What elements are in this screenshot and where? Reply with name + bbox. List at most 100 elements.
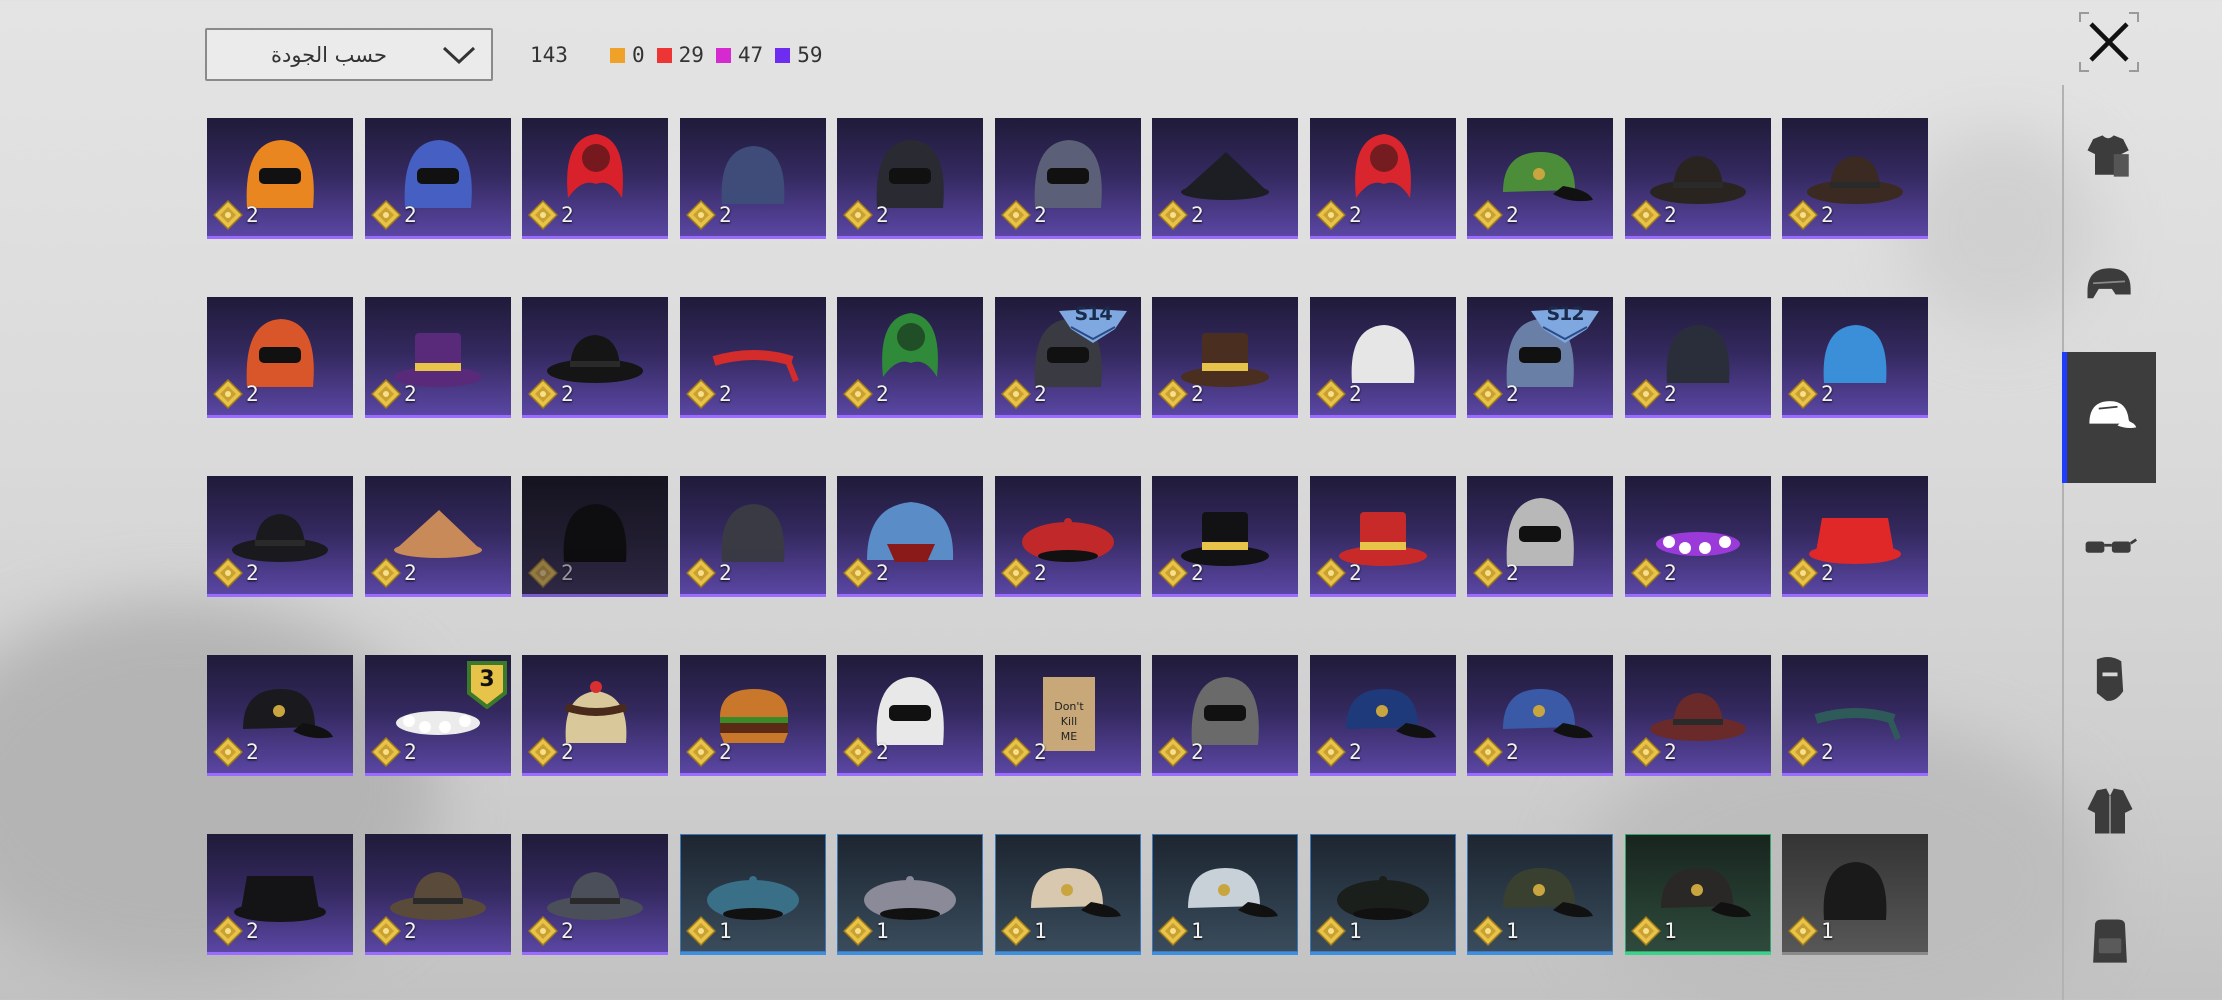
coin-icon bbox=[1316, 200, 1346, 230]
item-tile[interactable]: 2 bbox=[680, 297, 826, 418]
item-tile[interactable]: 2 bbox=[522, 834, 668, 955]
item-tile[interactable]: 2 bbox=[680, 476, 826, 597]
item-tile[interactable]: S12 2 bbox=[1467, 297, 1613, 418]
item-count-value: 2 bbox=[1664, 561, 1677, 585]
item-tile[interactable]: 1 bbox=[1152, 834, 1298, 955]
quality-count-value: 0 bbox=[631, 43, 645, 67]
item-tile[interactable]: 2 bbox=[837, 476, 983, 597]
item-tile[interactable]: 2 bbox=[1310, 655, 1456, 776]
item-tile[interactable]: 2 bbox=[522, 476, 668, 597]
item-tile[interactable]: 2 bbox=[1782, 118, 1928, 239]
item-count: 2 bbox=[528, 200, 574, 230]
item-count: 1 bbox=[1788, 916, 1834, 946]
item-tile[interactable]: 2 bbox=[1152, 297, 1298, 418]
close-button[interactable] bbox=[2079, 12, 2139, 72]
item-count: 2 bbox=[1158, 379, 1204, 409]
item-tile[interactable]: 2 bbox=[207, 118, 353, 239]
item-tile[interactable]: 1 bbox=[837, 834, 983, 955]
category-tab-helmets[interactable] bbox=[2064, 221, 2156, 352]
item-count: 2 bbox=[528, 916, 574, 946]
item-tile[interactable]: 2 bbox=[1152, 118, 1298, 239]
item-tile[interactable]: 2 bbox=[207, 655, 353, 776]
item-tile[interactable]: 2 bbox=[207, 476, 353, 597]
item-tile[interactable]: 2 bbox=[365, 118, 511, 239]
coin-icon bbox=[213, 558, 243, 588]
coin-icon bbox=[213, 379, 243, 409]
item-tile[interactable]: 2 bbox=[1782, 297, 1928, 418]
item-tile[interactable]: 2 bbox=[1782, 476, 1928, 597]
item-count-value: 2 bbox=[561, 382, 574, 406]
item-count: 2 bbox=[213, 558, 259, 588]
item-count: 2 bbox=[1158, 200, 1204, 230]
category-tab-outfits[interactable] bbox=[2064, 90, 2156, 221]
item-count: 2 bbox=[371, 916, 417, 946]
item-tile[interactable]: 2 bbox=[1152, 655, 1298, 776]
coin-icon bbox=[686, 558, 716, 588]
mask-icon bbox=[2096, 656, 2124, 701]
item-count-value: 2 bbox=[719, 203, 732, 227]
item-tile[interactable]: 32 bbox=[365, 655, 511, 776]
item-tile[interactable]: 2 bbox=[1782, 655, 1928, 776]
item-tile[interactable]: 2 bbox=[1467, 118, 1613, 239]
item-tile[interactable]: 2 bbox=[1625, 476, 1771, 597]
item-tile[interactable]: 2 bbox=[1467, 655, 1613, 776]
item-count-value: 2 bbox=[246, 740, 259, 764]
item-count-value: 2 bbox=[1664, 203, 1677, 227]
category-tab-masks[interactable] bbox=[2064, 614, 2156, 745]
item-count-value: 2 bbox=[1191, 740, 1204, 764]
item-tile[interactable]: 2 bbox=[1467, 476, 1613, 597]
item-tile[interactable]: 2 bbox=[365, 297, 511, 418]
item-tile[interactable]: 2 bbox=[522, 118, 668, 239]
item-tile[interactable]: 2 bbox=[680, 118, 826, 239]
item-tile[interactable]: 2 bbox=[207, 297, 353, 418]
item-tile[interactable]: 2 bbox=[1310, 297, 1456, 418]
item-count-value: 2 bbox=[1349, 740, 1362, 764]
item-tile[interactable]: 2 bbox=[1625, 297, 1771, 418]
item-tile[interactable]: 1 bbox=[1625, 834, 1771, 955]
coin-icon bbox=[1788, 737, 1818, 767]
item-tile[interactable]: 2 bbox=[365, 476, 511, 597]
item-tile[interactable]: 2 bbox=[837, 118, 983, 239]
quality-count-rare: 59 bbox=[775, 43, 822, 67]
item-tile[interactable]: 2 bbox=[1310, 476, 1456, 597]
quality-count-mythic: 29 bbox=[656, 43, 704, 67]
coin-icon bbox=[213, 737, 243, 767]
category-tab-hats[interactable] bbox=[2062, 352, 2156, 483]
item-tile[interactable]: 2 bbox=[1152, 476, 1298, 597]
item-tile[interactable]: 2 bbox=[1625, 118, 1771, 239]
item-tile[interactable]: 1 bbox=[1310, 834, 1456, 955]
item-tile[interactable]: 2 bbox=[207, 834, 353, 955]
coin-icon bbox=[371, 379, 401, 409]
item-tile[interactable]: 2 bbox=[995, 476, 1141, 597]
category-tab-glasses[interactable] bbox=[2064, 483, 2156, 614]
item-tile[interactable]: 2 bbox=[1625, 655, 1771, 776]
coin-icon bbox=[1001, 916, 1031, 946]
item-tile[interactable]: 2 bbox=[522, 297, 668, 418]
item-tile[interactable]: 1 bbox=[1467, 834, 1613, 955]
item-tile[interactable]: 2 bbox=[1310, 118, 1456, 239]
item-tile[interactable]: 2 bbox=[365, 834, 511, 955]
sort-dropdown[interactable]: حسب الجودة bbox=[205, 28, 493, 81]
item-tile[interactable]: 1 bbox=[1782, 834, 1928, 955]
item-count-value: 1 bbox=[876, 919, 889, 943]
item-count: 2 bbox=[1788, 558, 1834, 588]
coin-icon bbox=[1788, 200, 1818, 230]
item-count-value: 2 bbox=[1191, 561, 1204, 585]
total-count: 143 bbox=[530, 43, 568, 67]
category-tab-backpacks[interactable] bbox=[2064, 876, 2156, 1000]
category-tab-jackets[interactable] bbox=[2064, 745, 2156, 876]
item-tile[interactable]: Don't Kill ME 2 bbox=[995, 655, 1141, 776]
item-tile[interactable]: 2 bbox=[837, 297, 983, 418]
svg-text:Don't: Don't bbox=[1054, 700, 1084, 713]
item-tile[interactable]: 2 bbox=[995, 118, 1141, 239]
item-tile[interactable]: 2 bbox=[680, 655, 826, 776]
legendary-color-swatch bbox=[609, 47, 625, 63]
item-tile[interactable]: 2 bbox=[837, 655, 983, 776]
item-count: 2 bbox=[371, 200, 417, 230]
item-tile[interactable]: 2 bbox=[522, 655, 668, 776]
coin-icon bbox=[1473, 916, 1503, 946]
item-tile[interactable]: 1 bbox=[995, 834, 1141, 955]
item-tile[interactable]: 1 bbox=[680, 834, 826, 955]
item-tile[interactable]: S14 2 bbox=[995, 297, 1141, 418]
coin-icon bbox=[1631, 558, 1661, 588]
